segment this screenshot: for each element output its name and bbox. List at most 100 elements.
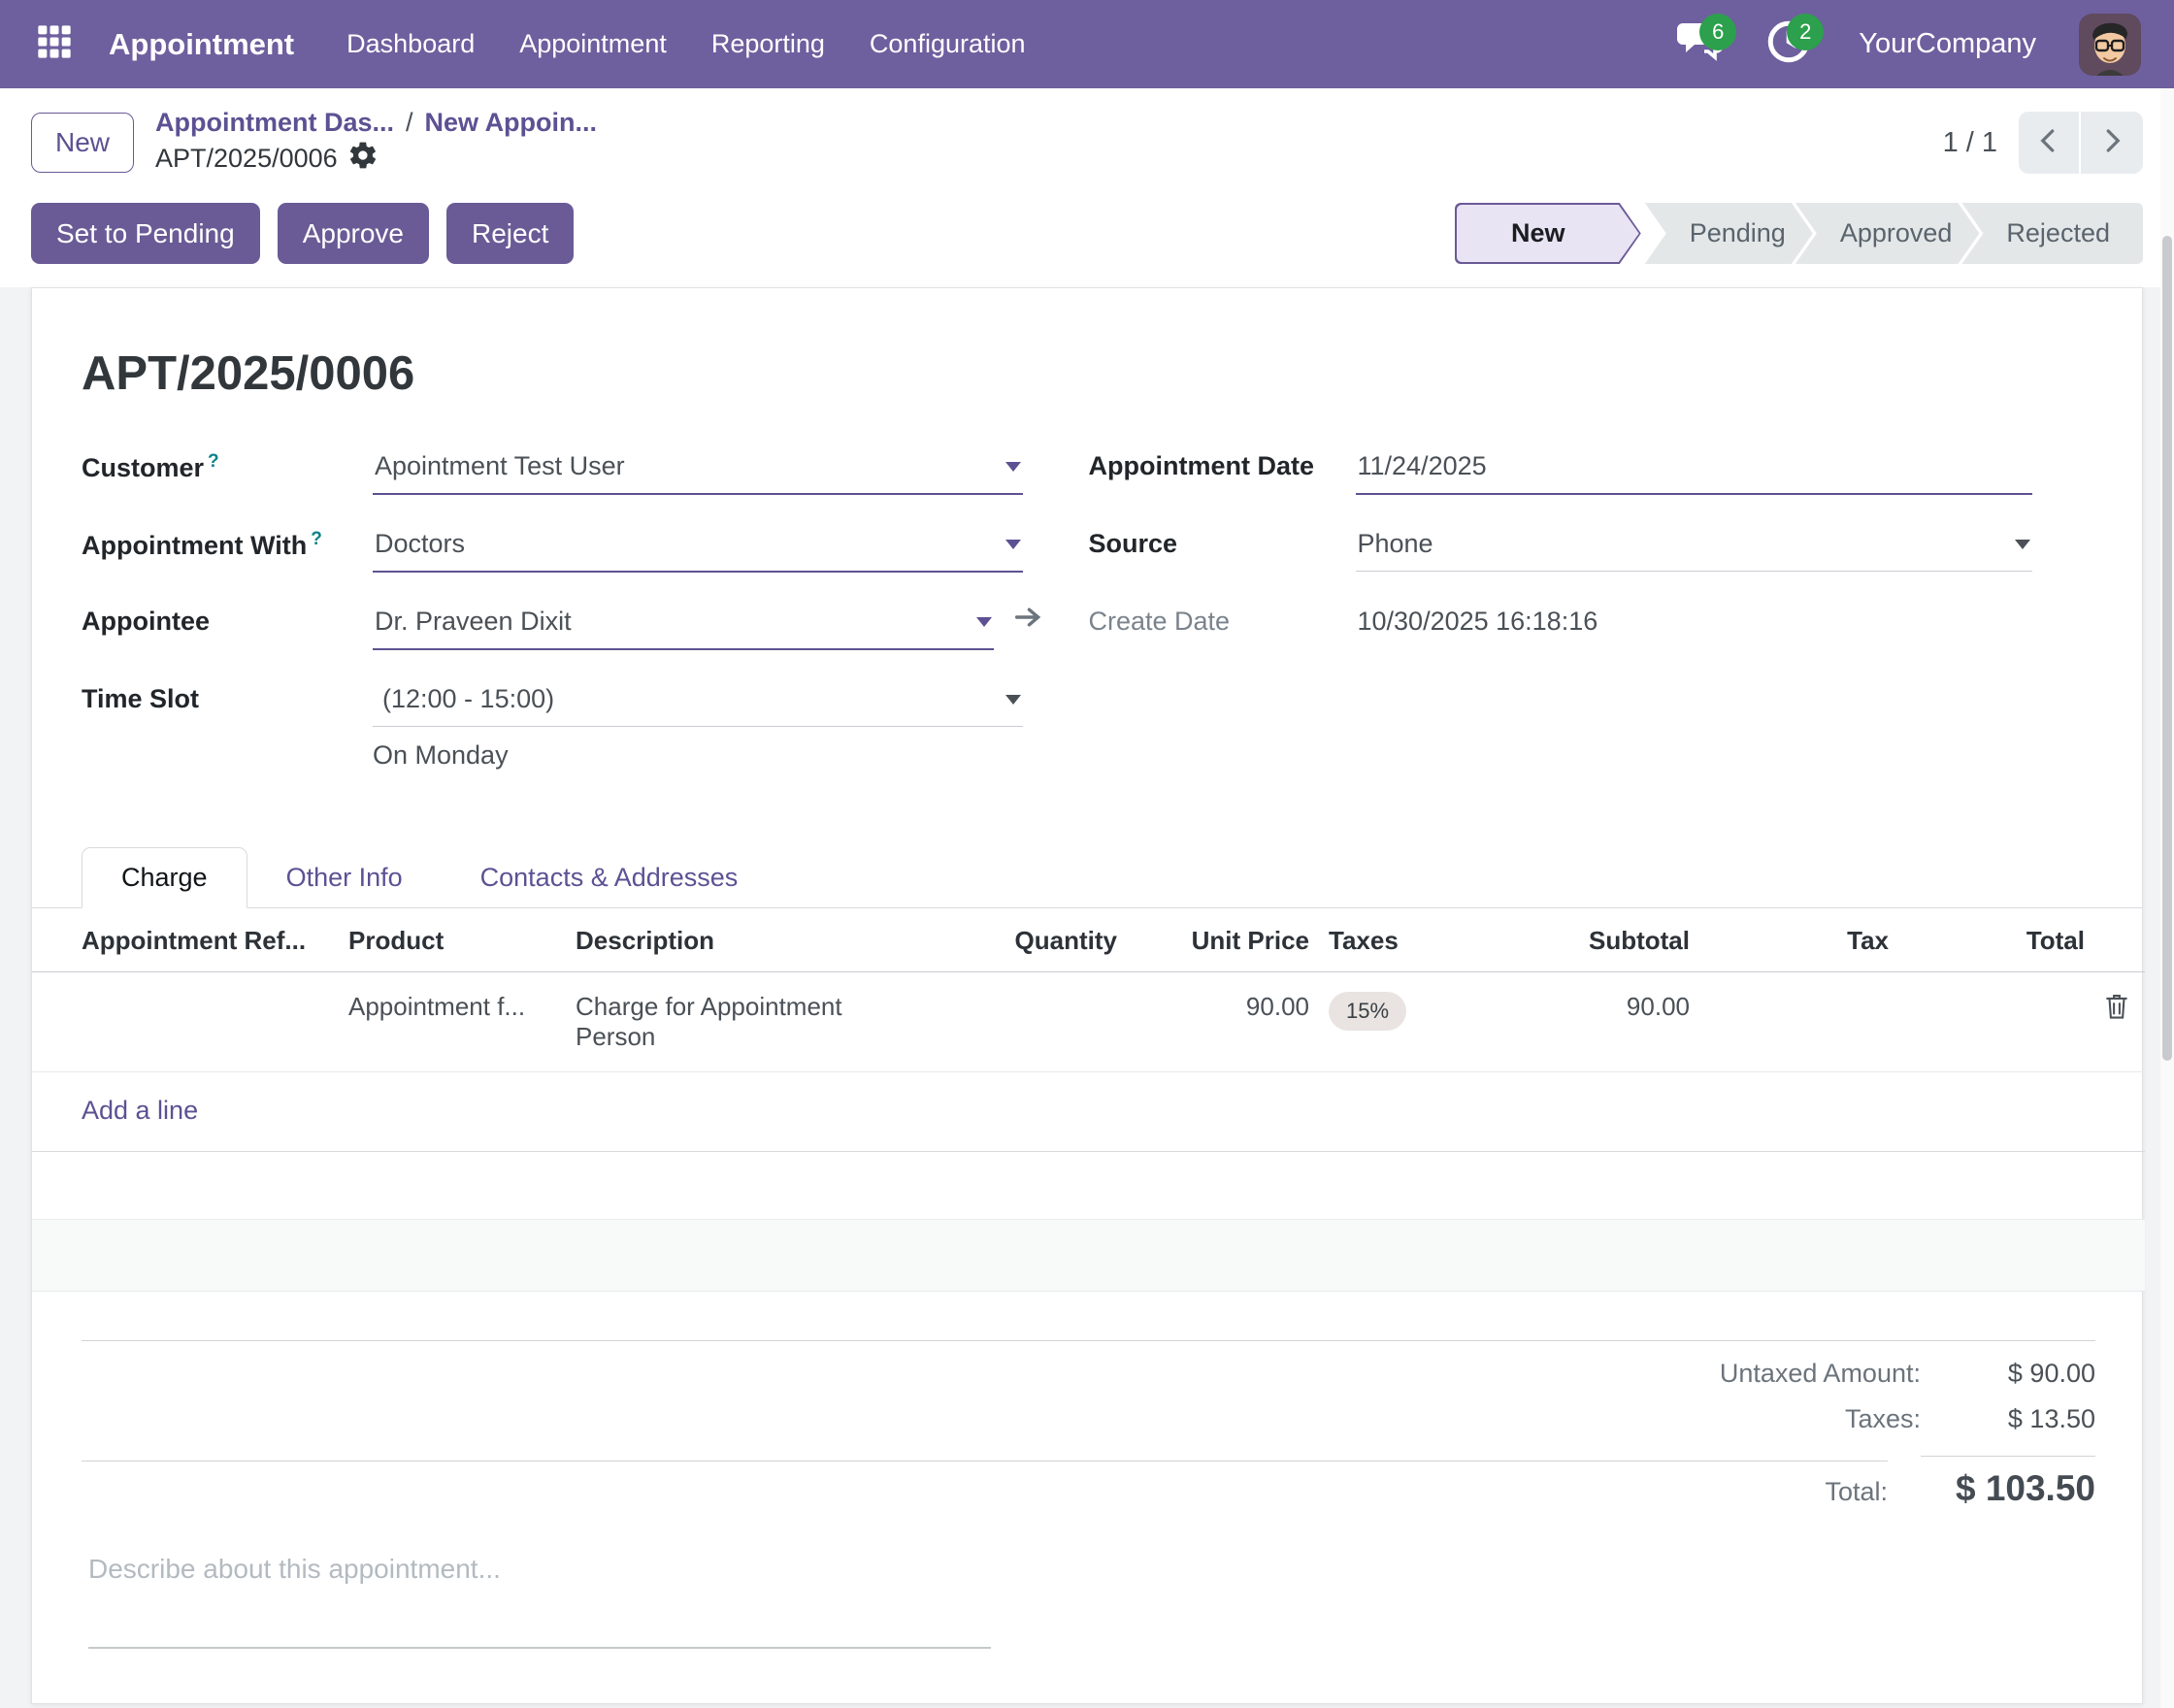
taxes-value: $ 13.50 bbox=[2007, 1404, 2095, 1433]
status-step-pending[interactable]: Pending bbox=[1645, 203, 1813, 264]
status-bar: New Pending Approved Rejected bbox=[1455, 203, 2143, 264]
notes-section: Describe about this appointment... bbox=[88, 1554, 2095, 1649]
cell-delete bbox=[2089, 971, 2145, 1072]
col-unit-price[interactable]: Unit Price bbox=[1121, 908, 1315, 972]
messages-menu-button[interactable]: 6 bbox=[1674, 13, 1737, 72]
nav-item-reporting[interactable]: Reporting bbox=[706, 19, 831, 69]
totals-panel: Untaxed Amount: $ 90.00 Taxes: $ 13.50 T… bbox=[82, 1340, 2095, 1509]
grid-icon bbox=[35, 22, 74, 66]
untaxed-amount-value: $ 90.00 bbox=[2007, 1359, 2095, 1388]
cell-tax bbox=[1694, 971, 1893, 1072]
cell-unit-price[interactable]: 90.00 bbox=[1121, 971, 1315, 1072]
appointment-notes-input[interactable]: Describe about this appointment... bbox=[88, 1554, 991, 1649]
col-delete bbox=[2089, 908, 2145, 972]
gear-icon bbox=[347, 140, 379, 178]
table-row[interactable]: Appointment f... Charge for Appointment … bbox=[32, 971, 2145, 1072]
appointment-date-field[interactable]: 11/24/2025 bbox=[1355, 445, 2032, 495]
appointee-internal-link-button[interactable] bbox=[1011, 601, 1044, 639]
pager-next-button[interactable] bbox=[2081, 112, 2143, 174]
scrollbar-thumb[interactable] bbox=[2162, 236, 2172, 1061]
add-line-row: Add a line bbox=[32, 1071, 2145, 1152]
col-quantity[interactable]: Quantity bbox=[882, 908, 1121, 972]
chevron-right-icon bbox=[2097, 126, 2126, 160]
arrow-right-icon bbox=[1011, 601, 1044, 639]
status-step-rejected[interactable]: Rejected bbox=[1961, 203, 2143, 264]
col-taxes[interactable]: Taxes bbox=[1315, 908, 1548, 972]
tab-charge[interactable]: Charge bbox=[82, 847, 247, 908]
source-field[interactable]: Phone bbox=[1355, 523, 2032, 572]
create-date-value: 10/30/2025 16:18:16 bbox=[1357, 607, 1598, 636]
activities-menu-button[interactable]: 2 bbox=[1762, 13, 1825, 72]
col-tax[interactable]: Tax bbox=[1694, 908, 1893, 972]
col-appointment-ref[interactable]: Appointment Ref... bbox=[32, 908, 339, 972]
reject-button[interactable]: Reject bbox=[446, 203, 575, 264]
charge-lines-table: Appointment Ref... Product Description Q… bbox=[32, 908, 2145, 1292]
breadcrumb-previous-link[interactable]: New Appoin... bbox=[425, 108, 598, 138]
form-view: APT/2025/0006 Customer? Apointment Test … bbox=[0, 287, 2174, 1704]
breadcrumb-parent-link[interactable]: Appointment Das... bbox=[155, 108, 394, 138]
messages-badge: 6 bbox=[1699, 13, 1737, 50]
time-slot-label: Time Slot bbox=[82, 684, 200, 713]
col-product[interactable]: Product bbox=[339, 908, 560, 972]
approve-button[interactable]: Approve bbox=[277, 203, 429, 264]
appointment-date-label: Appointment Date bbox=[1088, 451, 1315, 480]
appointment-with-help-icon[interactable]: ? bbox=[311, 529, 322, 549]
trash-icon[interactable] bbox=[2103, 995, 2130, 1027]
chevron-left-icon bbox=[2034, 126, 2063, 160]
time-slot-note: On Monday bbox=[373, 740, 509, 770]
caret-down-icon bbox=[1005, 694, 1021, 705]
nav-item-appointment[interactable]: Appointment bbox=[513, 19, 673, 69]
company-switcher[interactable]: YourCompany bbox=[1859, 28, 2036, 60]
customer-label: Customer? bbox=[82, 451, 219, 482]
cell-appointment-ref[interactable] bbox=[32, 971, 339, 1072]
caret-down-icon bbox=[976, 616, 992, 627]
breadcrumb: Appointment Das... / New Appoin... APT/2… bbox=[155, 108, 597, 178]
cell-product[interactable]: Appointment f... bbox=[339, 971, 560, 1072]
col-subtotal[interactable]: Subtotal bbox=[1548, 908, 1694, 972]
add-a-line-link[interactable]: Add a line bbox=[82, 1096, 198, 1125]
cell-taxes[interactable]: 15% bbox=[1315, 971, 1548, 1072]
time-slot-field[interactable]: (12:00 - 15:00) bbox=[373, 678, 1023, 727]
untaxed-amount-label: Untaxed Amount: bbox=[1719, 1359, 1921, 1388]
customer-help-icon[interactable]: ? bbox=[208, 451, 219, 472]
create-date-label: Create Date bbox=[1088, 607, 1231, 636]
caret-down-icon bbox=[1005, 539, 1021, 549]
set-to-pending-button[interactable]: Set to Pending bbox=[31, 203, 260, 264]
appointment-with-label: Appointment With? bbox=[82, 529, 322, 560]
notebook-tabs: Charge Other Info Contacts & Addresses bbox=[32, 846, 2142, 908]
page-title: APT/2025/0006 bbox=[82, 347, 415, 400]
source-label: Source bbox=[1088, 529, 1178, 558]
apps-menu-button[interactable] bbox=[33, 23, 76, 66]
cell-subtotal: 90.00 bbox=[1548, 971, 1694, 1072]
cell-description[interactable]: Charge for Appointment Person bbox=[560, 971, 882, 1072]
appointee-field[interactable]: Dr. Praveen Dixit bbox=[373, 601, 994, 650]
tab-contacts-addresses[interactable]: Contacts & Addresses bbox=[442, 847, 777, 908]
col-total[interactable]: Total bbox=[1893, 908, 2089, 972]
status-step-approved[interactable]: Approved bbox=[1795, 203, 1980, 264]
pager-previous-button[interactable] bbox=[2019, 112, 2081, 174]
customer-field[interactable]: Apointment Test User bbox=[373, 445, 1023, 495]
nav-item-dashboard[interactable]: Dashboard bbox=[341, 19, 480, 69]
new-record-button[interactable]: New bbox=[31, 113, 135, 173]
tab-other-info[interactable]: Other Info bbox=[247, 847, 442, 908]
empty-row bbox=[32, 1219, 2145, 1292]
record-actions-button[interactable] bbox=[347, 140, 379, 178]
status-step-new[interactable]: New bbox=[1455, 203, 1641, 264]
total-label: Total: bbox=[82, 1461, 1888, 1507]
cell-quantity[interactable] bbox=[882, 971, 1121, 1072]
top-navbar: Appointment Dashboard Appointment Report… bbox=[0, 0, 2174, 88]
pager-counter: 1 / 1 bbox=[1942, 126, 1997, 158]
vertical-scrollbar[interactable] bbox=[2160, 88, 2174, 1708]
control-panel: New Appointment Das... / New Appoin... A… bbox=[0, 88, 2174, 287]
nav-item-configuration[interactable]: Configuration bbox=[864, 19, 1032, 69]
user-avatar[interactable] bbox=[2079, 13, 2141, 76]
taxes-badge[interactable]: 15% bbox=[1329, 992, 1407, 1031]
breadcrumb-separator: / bbox=[406, 108, 413, 137]
app-title[interactable]: Appointment bbox=[109, 27, 294, 62]
cell-total bbox=[1893, 971, 2089, 1072]
notes-placeholder: Describe about this appointment... bbox=[88, 1554, 501, 1584]
col-description[interactable]: Description bbox=[560, 908, 882, 972]
appointment-with-field[interactable]: Doctors bbox=[373, 523, 1023, 573]
form-sheet: APT/2025/0006 Customer? Apointment Test … bbox=[31, 287, 2145, 1704]
appointee-label: Appointee bbox=[82, 607, 210, 636]
